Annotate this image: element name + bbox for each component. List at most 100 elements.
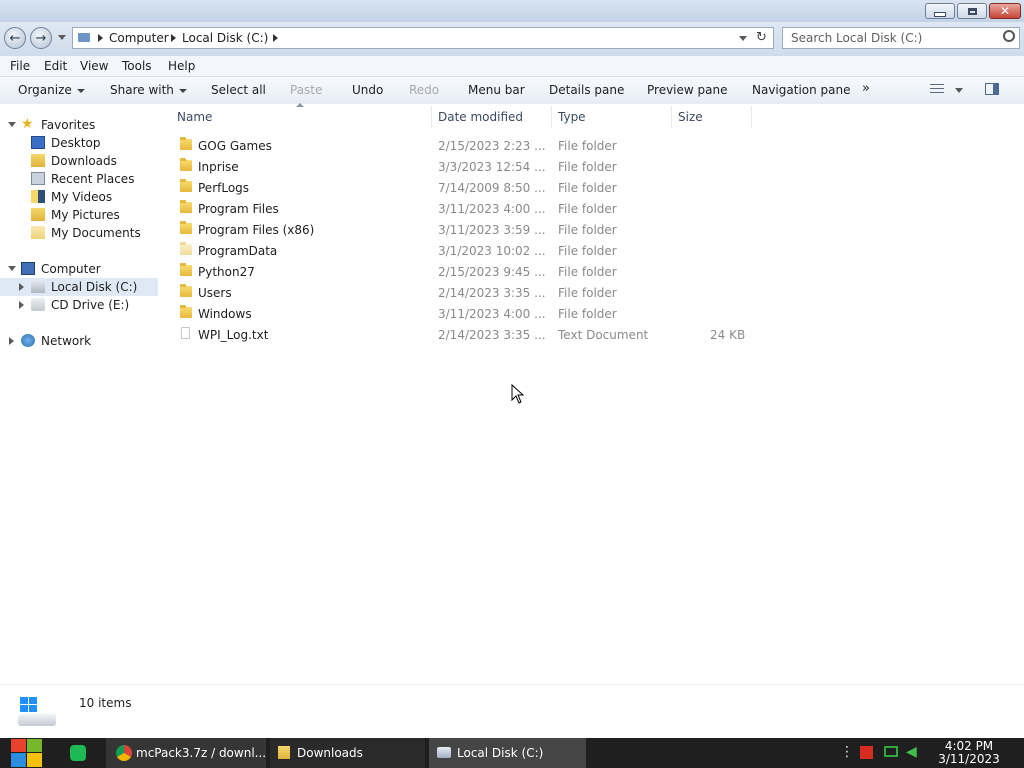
organize-label: Organize xyxy=(18,83,72,97)
file-name: PerfLogs xyxy=(198,181,250,195)
file-row[interactable]: Python27 2/15/2023 9:45 ... File folder xyxy=(172,261,752,282)
file-row[interactable]: Program Files (x86) 3/11/2023 3:59 ... F… xyxy=(172,219,752,240)
share-with-button[interactable]: Share with xyxy=(110,83,187,97)
breadcrumb-local-disk[interactable]: Local Disk (C:) xyxy=(182,31,268,45)
nav-cd-drive[interactable]: CD Drive (E:) xyxy=(0,296,158,314)
file-row[interactable]: Windows 3/11/2023 4:00 ... File folder xyxy=(172,303,752,324)
column-header-size[interactable]: Size xyxy=(678,110,703,130)
file-row[interactable]: Users 2/14/2023 3:35 ... File folder xyxy=(172,282,752,303)
volume-icon[interactable]: ◀ xyxy=(906,744,917,760)
column-divider[interactable] xyxy=(431,106,432,128)
nav-computer[interactable]: Computer xyxy=(0,260,158,278)
breadcrumb-computer[interactable]: Computer xyxy=(109,31,169,45)
file-name: Python27 xyxy=(198,265,255,279)
more-commands-button[interactable]: » xyxy=(862,81,870,96)
file-name: Inprise xyxy=(198,160,239,174)
column-header-type[interactable]: Type xyxy=(558,110,586,130)
nav-desktop[interactable]: Desktop xyxy=(0,134,158,152)
nav-my-videos-label: My Videos xyxy=(51,190,113,204)
refresh-icon[interactable]: ↻ xyxy=(756,30,767,45)
expand-icon[interactable] xyxy=(8,266,16,271)
expand-icon[interactable] xyxy=(19,283,24,291)
file-type: File folder xyxy=(558,139,617,153)
nav-my-videos[interactable]: My Videos xyxy=(0,188,158,206)
expand-icon[interactable] xyxy=(9,337,14,345)
column-header-name[interactable]: Name xyxy=(177,110,212,130)
folder-icon xyxy=(180,200,192,213)
undo-button[interactable]: Undo xyxy=(352,83,383,97)
file-type: File folder xyxy=(558,160,617,174)
overflow-icon[interactable]: ⋮ xyxy=(840,745,854,759)
expand-icon[interactable] xyxy=(19,301,24,309)
preview-pane-button[interactable]: Preview pane xyxy=(647,83,727,97)
navigation-pane-button[interactable]: Navigation pane xyxy=(752,83,851,97)
clock[interactable]: 4:02 PM 3/11/2023 xyxy=(938,740,1000,766)
nav-network[interactable]: Network xyxy=(0,332,158,350)
breadcrumb-separator[interactable] xyxy=(273,34,278,42)
file-row[interactable]: ProgramData 3/1/2023 10:02 ... File fold… xyxy=(172,240,752,261)
file-type: Text Document xyxy=(558,328,649,342)
paste-button[interactable]: Paste xyxy=(290,83,322,97)
menu-edit[interactable]: Edit xyxy=(44,59,67,73)
select-all-button[interactable]: Select all xyxy=(211,83,266,97)
file-name: Users xyxy=(198,286,232,300)
taskbar-chrome[interactable]: mcPack3.7z / downl... xyxy=(106,738,266,768)
search-icon[interactable] xyxy=(1003,30,1015,42)
organize-button[interactable]: Organize xyxy=(18,83,85,97)
file-row[interactable]: WPI_Log.txt 2/14/2023 3:35 ... Text Docu… xyxy=(172,324,752,345)
recent-pages-button[interactable] xyxy=(58,35,66,40)
column-divider[interactable] xyxy=(671,106,672,128)
nav-local-disk[interactable]: Local Disk (C:) xyxy=(0,278,158,296)
menu-help[interactable]: Help xyxy=(168,59,195,73)
file-type: File folder xyxy=(558,286,617,300)
expand-icon[interactable] xyxy=(8,122,16,127)
restore-button[interactable] xyxy=(957,3,987,19)
title-bar: ✕ xyxy=(0,0,1024,22)
back-button[interactable]: ← xyxy=(4,27,26,49)
taskbar: mcPack3.7z / downl... Downloads Local Di… xyxy=(0,738,1024,768)
nav-downloads[interactable]: Downloads xyxy=(0,152,158,170)
preview-pane-toggle-icon[interactable] xyxy=(985,83,999,95)
redo-button[interactable]: Redo xyxy=(409,83,439,97)
column-divider[interactable] xyxy=(751,106,752,128)
file-name: Program Files (x86) xyxy=(198,223,315,237)
folder-icon xyxy=(180,263,192,276)
address-bar[interactable]: Computer Local Disk (C:) ↻ xyxy=(72,27,774,49)
menu-bar-toggle-button[interactable]: Menu bar xyxy=(468,83,525,97)
file-row[interactable]: Inprise 3/3/2023 12:54 ... File folder xyxy=(172,156,752,177)
start-button[interactable] xyxy=(10,738,44,768)
action-center-flag-icon[interactable] xyxy=(860,746,873,759)
taskbar-downloads[interactable]: Downloads xyxy=(270,738,425,768)
downloads-folder-icon xyxy=(31,154,45,167)
column-header-date-modified[interactable]: Date modified xyxy=(438,110,523,130)
nav-my-pictures[interactable]: My Pictures xyxy=(0,206,158,224)
minimize-button[interactable] xyxy=(925,3,955,19)
search-box[interactable]: Search Local Disk (C:) xyxy=(782,27,1020,49)
breadcrumb-separator[interactable] xyxy=(171,34,176,42)
address-history-button[interactable] xyxy=(739,36,747,41)
view-options-dropdown[interactable] xyxy=(955,88,963,93)
nav-recent-places[interactable]: Recent Places xyxy=(0,170,158,188)
change-view-button[interactable] xyxy=(930,84,944,95)
nav-favorites[interactable]: ★ Favorites xyxy=(0,116,158,134)
forward-button[interactable]: → xyxy=(30,27,52,49)
column-divider[interactable] xyxy=(551,106,552,128)
menu-tools[interactable]: Tools xyxy=(122,59,152,73)
file-row[interactable]: PerfLogs 7/14/2009 8:50 ... File folder xyxy=(172,177,752,198)
details-pane-button[interactable]: Details pane xyxy=(549,83,624,97)
taskbar-chrome-label: mcPack3.7z / downl... xyxy=(136,746,267,760)
taskbar-local-disk[interactable]: Local Disk (C:) xyxy=(429,738,586,768)
file-date: 7/14/2009 8:50 ... xyxy=(438,181,546,195)
menu-view[interactable]: View xyxy=(80,59,108,73)
nav-my-documents[interactable]: My Documents xyxy=(0,224,158,242)
network-tray-icon[interactable] xyxy=(884,746,898,757)
close-button[interactable]: ✕ xyxy=(989,3,1021,19)
file-type: File folder xyxy=(558,307,617,321)
menu-file[interactable]: File xyxy=(10,59,30,73)
file-row[interactable]: GOG Games 2/15/2023 2:23 ... File folder xyxy=(172,135,752,156)
file-row[interactable]: Program Files 3/11/2023 4:00 ... File fo… xyxy=(172,198,752,219)
breadcrumb-separator[interactable] xyxy=(98,34,103,42)
recent-places-icon xyxy=(31,172,45,185)
spotify-icon[interactable] xyxy=(70,745,86,761)
nav-network-label: Network xyxy=(41,334,92,348)
